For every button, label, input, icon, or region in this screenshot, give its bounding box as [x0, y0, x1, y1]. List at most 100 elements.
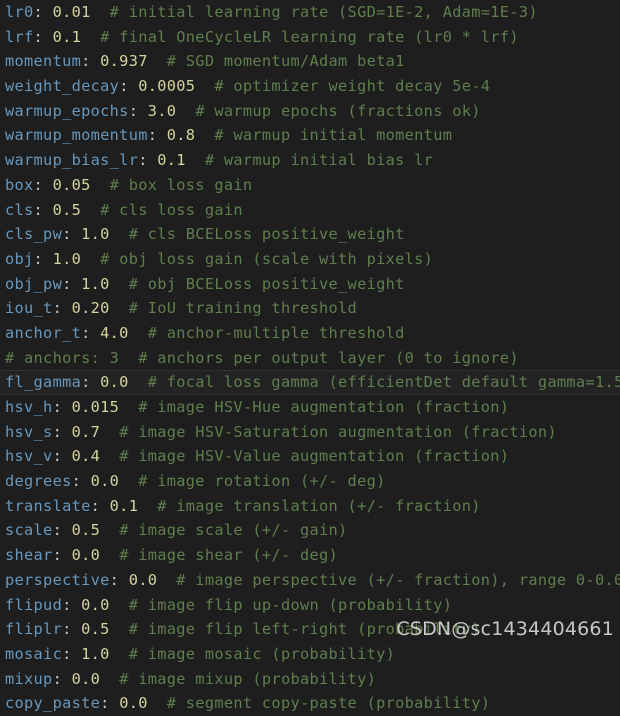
code-line[interactable]: iou_t: 0.20 # IoU training threshold: [0, 296, 620, 321]
yaml-value: 1.0: [81, 225, 110, 244]
yaml-key: cls_pw: [5, 225, 63, 244]
yaml-value: 0.1: [157, 151, 186, 170]
yaml-value: 1.0: [81, 274, 110, 293]
yaml-gap: [119, 472, 138, 490]
yaml-colon: :: [52, 299, 72, 318]
code-line[interactable]: translate: 0.1 # image translation (+/- …: [0, 494, 620, 519]
code-line[interactable]: hsv_h: 0.015 # image HSV-Hue augmentatio…: [0, 395, 620, 420]
code-line[interactable]: mosaic: 1.0 # image mosaic (probability): [0, 642, 620, 667]
yaml-colon: :: [52, 398, 72, 416]
code-line[interactable]: flipud: 0.0 # image flip up-down (probab…: [0, 593, 620, 618]
yaml-comment: # focal loss gamma (efficientDet default…: [147, 373, 620, 392]
yaml-gap: [129, 324, 148, 342]
code-line[interactable]: hsv_v: 0.4 # image HSV-Value augmentatio…: [0, 444, 620, 469]
yaml-comment: # image mosaic (probability): [128, 644, 396, 663]
code-line[interactable]: cls: 0.5 # cls loss gain: [0, 198, 620, 223]
yaml-gap: [91, 3, 110, 21]
yaml-comment: # obj loss gain (scale with pixels): [100, 249, 434, 268]
yaml-gap: [110, 275, 129, 293]
yaml-value: 0.0: [90, 472, 120, 491]
yaml-colon: :: [33, 27, 53, 46]
code-line[interactable]: fliplr: 0.5 # image flip left-right (pro…: [0, 617, 620, 642]
yaml-colon: :: [138, 151, 158, 170]
yaml-colon: :: [109, 570, 129, 589]
code-line[interactable]: lrf: 0.1 # final OneCycleLR learning rat…: [0, 25, 620, 50]
yaml-comment: # image mixup (probability): [119, 669, 377, 688]
yaml-value: 0.8: [166, 126, 196, 145]
yaml-gap: [81, 250, 100, 268]
yaml-colon: :: [62, 620, 82, 639]
yaml-comment: # SGD momentum/Adam beta1: [166, 52, 405, 71]
code-line[interactable]: warmup_epochs: 3.0 # warmup epochs (frac…: [0, 99, 620, 124]
yaml-comment: # anchors: 3 # anchors per output layer …: [5, 348, 519, 367]
code-line[interactable]: anchor_t: 4.0 # anchor-multiple threshol…: [0, 321, 620, 346]
yaml-key: shear: [5, 546, 53, 565]
code-line[interactable]: weight_decay: 0.0005 # optimizer weight …: [0, 74, 620, 99]
code-line[interactable]: cls_pw: 1.0 # cls BCELoss positive_weigh…: [0, 222, 620, 247]
yaml-comment: # image perspective (+/- fraction), rang…: [176, 570, 620, 589]
code-line[interactable]: lr0: 0.01 # initial learning rate (SGD=1…: [0, 0, 620, 25]
yaml-key: scale: [5, 521, 53, 540]
yaml-key: fl_gamma: [5, 373, 82, 392]
yaml-key: lrf: [5, 27, 34, 46]
yaml-key: warmup_epochs: [5, 101, 129, 120]
yaml-comment: # warmup initial momentum: [214, 126, 453, 145]
code-line[interactable]: degrees: 0.0 # image rotation (+/- deg): [0, 469, 620, 494]
code-line[interactable]: copy_paste: 0.0 # segment copy-paste (pr…: [0, 691, 620, 716]
code-line[interactable]: momentum: 0.937 # SGD momentum/Adam beta…: [0, 49, 620, 74]
yaml-value: 0.1: [109, 496, 139, 515]
yaml-colon: :: [33, 175, 53, 194]
code-line[interactable]: mixup: 0.0 # image mixup (probability): [0, 667, 620, 692]
yaml-key: copy_paste: [5, 694, 101, 713]
yaml-gap: [119, 398, 138, 416]
code-line[interactable]: warmup_bias_lr: 0.1 # warmup initial bia…: [0, 148, 620, 173]
yaml-value: 0.01: [52, 3, 91, 21]
yaml-gap: [148, 694, 167, 712]
code-line[interactable]: hsv_s: 0.7 # image HSV-Saturation augmen…: [0, 420, 620, 445]
code-line[interactable]: perspective: 0.0 # image perspective (+/…: [0, 568, 620, 593]
yaml-value: 0.20: [71, 299, 110, 318]
yaml-key: weight_decay: [5, 77, 120, 96]
yaml-comment: # optimizer weight decay 5e-4: [214, 77, 491, 96]
yaml-value: 0.05: [52, 175, 91, 194]
yaml-gap: [110, 225, 129, 243]
yaml-value: 0.1: [52, 27, 82, 46]
yaml-colon: :: [90, 496, 110, 515]
code-line[interactable]: warmup_momentum: 0.8 # warmup initial mo…: [0, 123, 620, 148]
yaml-comment: # box loss gain: [109, 175, 253, 194]
code-content[interactable]: lr0: 0.01 # initial learning rate (SGD=1…: [0, 0, 620, 716]
yaml-colon: :: [81, 323, 101, 342]
yaml-key: mosaic: [5, 644, 63, 663]
yaml-comment: # cls loss gain: [100, 200, 243, 219]
yaml-colon: :: [33, 249, 53, 268]
code-line[interactable]: box: 0.05 # box loss gain: [0, 173, 620, 198]
yaml-key: fliplr: [5, 620, 63, 639]
yaml-gap: [195, 77, 214, 95]
yaml-comment: # image rotation (+/- deg): [138, 472, 386, 491]
code-line[interactable]: # anchors: 3 # anchors per output layer …: [0, 346, 620, 371]
yaml-comment: # image HSV-Hue augmentation (fraction): [138, 398, 510, 416]
code-line[interactable]: shear: 0.0 # image shear (+/- deg): [0, 543, 620, 568]
yaml-key: hsv_s: [5, 422, 53, 441]
yaml-key: perspective: [5, 570, 110, 589]
yaml-gap: [81, 28, 100, 46]
yaml-gap: [91, 176, 110, 194]
yaml-colon: :: [81, 52, 101, 71]
yaml-key: obj_pw: [5, 274, 63, 293]
code-line[interactable]: fl_gamma: 0.0 # focal loss gamma (effici…: [0, 370, 620, 395]
yaml-colon: :: [128, 101, 148, 120]
yaml-comment: # initial learning rate (SGD=1E-2, Adam=…: [109, 3, 538, 21]
yaml-value: 0.0: [128, 570, 158, 589]
yaml-gap: [129, 373, 148, 391]
yaml-colon: :: [52, 669, 72, 688]
code-editor[interactable]: lr0: 0.01 # initial learning rate (SGD=1…: [0, 0, 620, 712]
yaml-value: 0.0: [119, 694, 148, 713]
yaml-comment: # image scale (+/- gain): [119, 521, 348, 540]
yaml-key: flipud: [5, 595, 63, 614]
code-line[interactable]: obj_pw: 1.0 # obj BCELoss positive_weigh…: [0, 272, 620, 297]
yaml-value: 0.7: [71, 422, 101, 441]
yaml-gap: [186, 151, 205, 169]
code-line[interactable]: obj: 1.0 # obj loss gain (scale with pix…: [0, 247, 620, 272]
yaml-value: 0.0: [71, 669, 101, 688]
code-line[interactable]: scale: 0.5 # image scale (+/- gain): [0, 518, 620, 543]
